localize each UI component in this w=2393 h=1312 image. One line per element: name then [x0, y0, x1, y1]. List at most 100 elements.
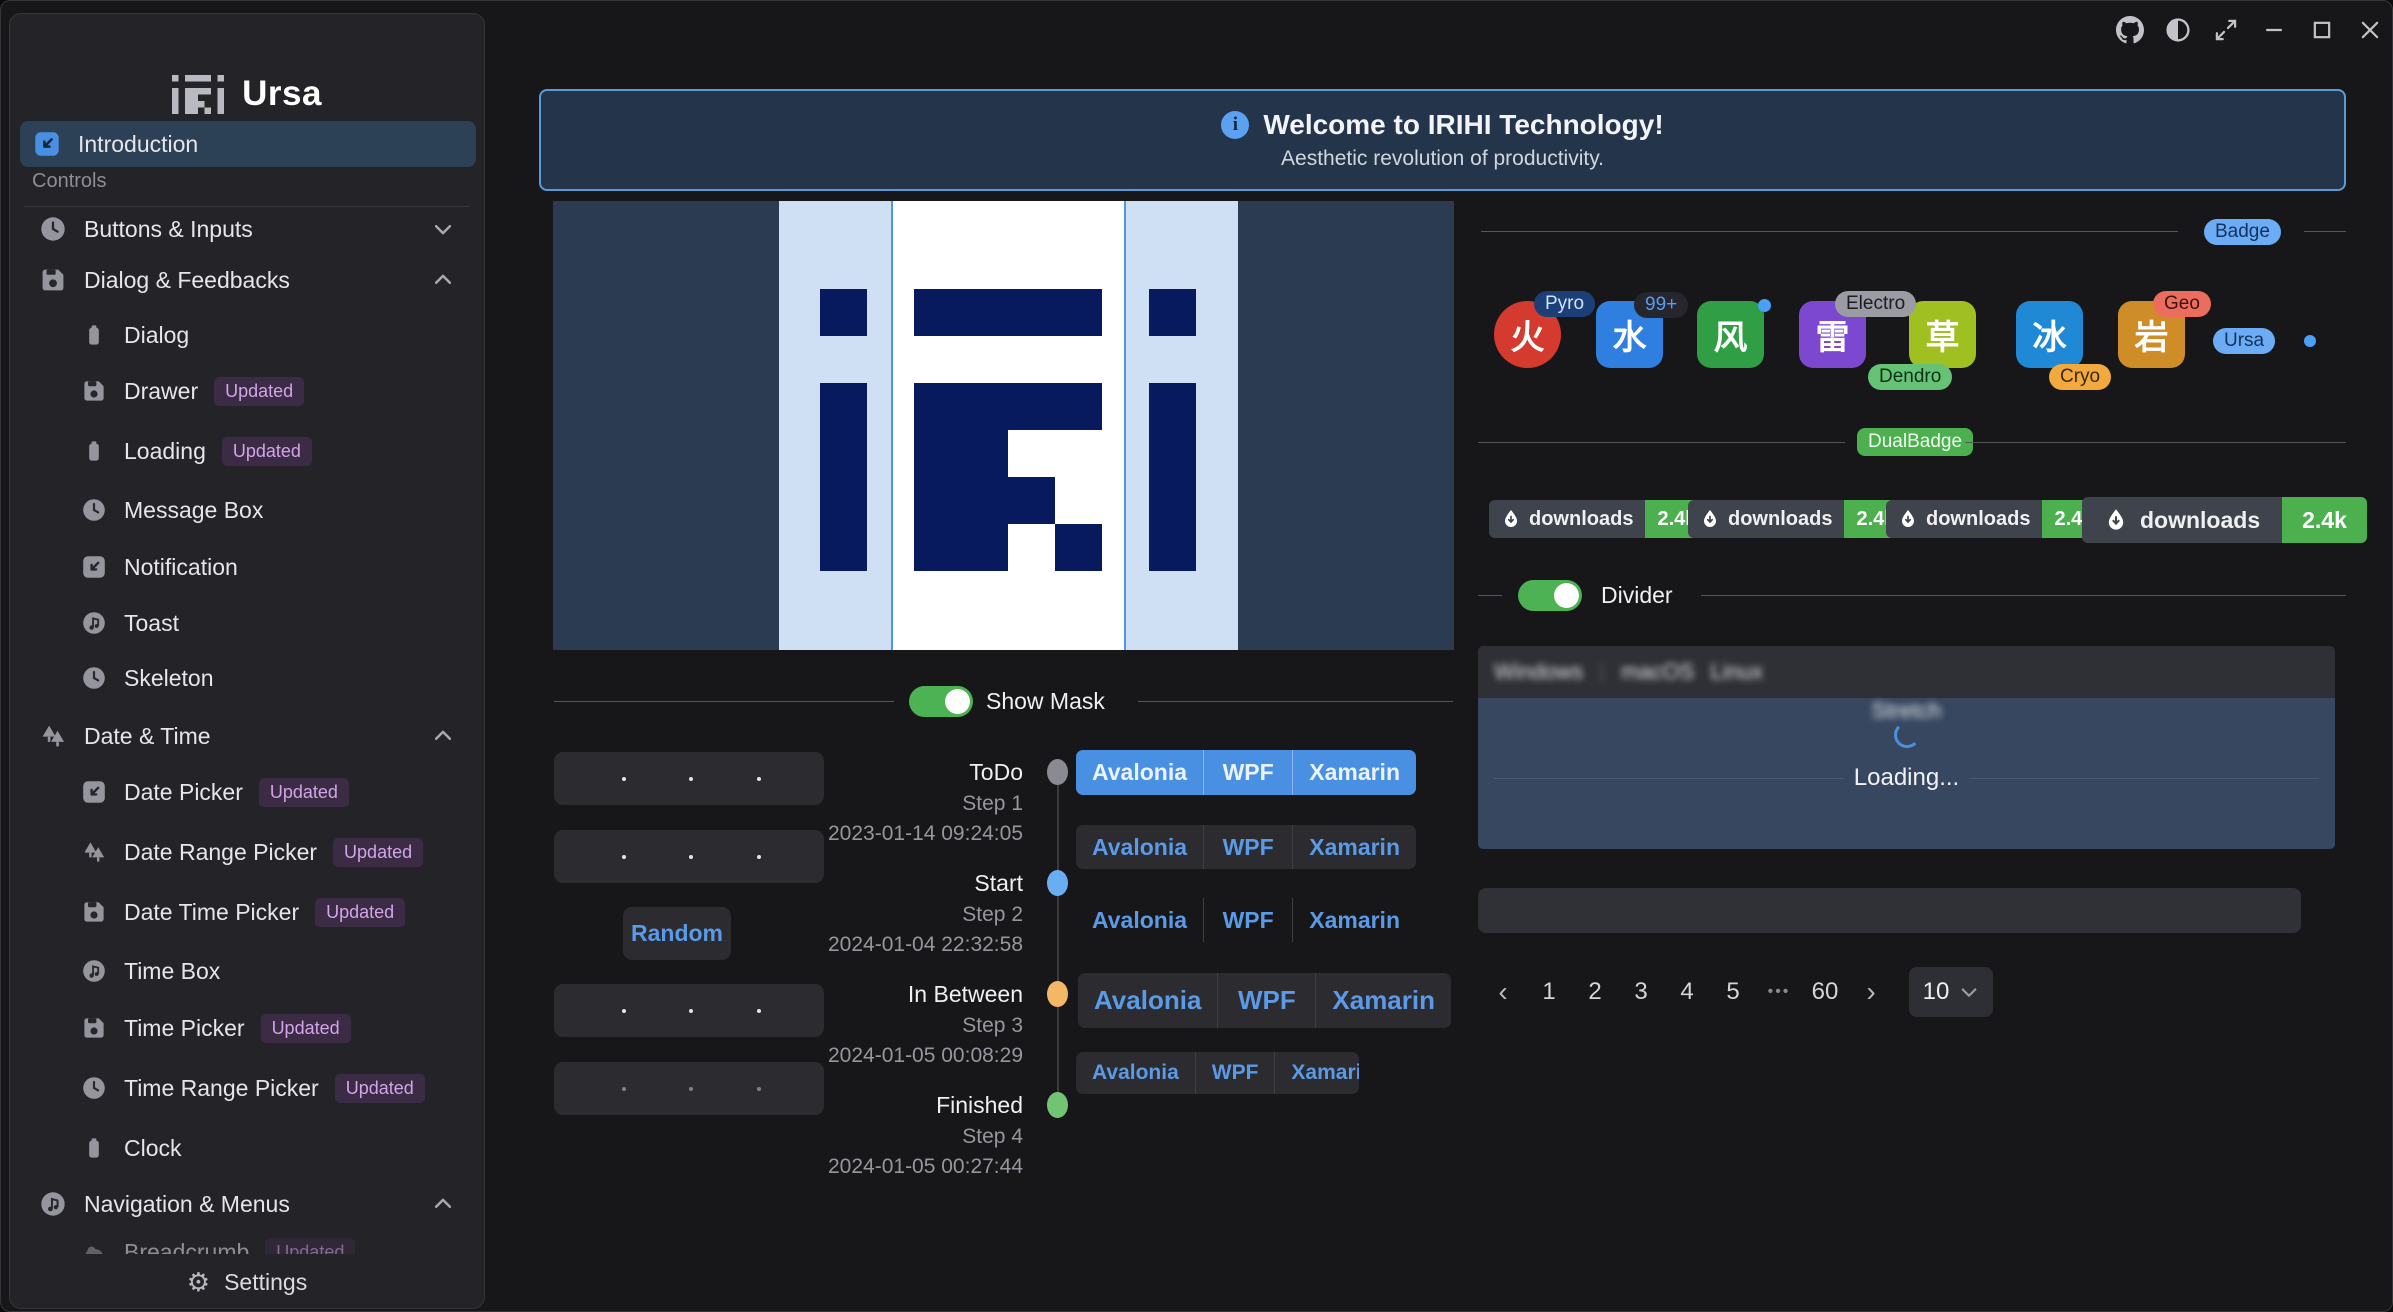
github-icon[interactable] — [2110, 11, 2150, 49]
maximize-icon[interactable] — [2302, 11, 2342, 49]
button-avalonia[interactable]: Avalonia — [1076, 825, 1203, 869]
badge-tile-cryo: 冰 — [2016, 301, 2083, 368]
download-icon — [1700, 509, 1720, 529]
page-size-select[interactable]: 10 — [1909, 967, 1993, 1017]
pagination-ellipsis[interactable]: ••• — [1761, 968, 1797, 1016]
pagination-page-60[interactable]: 60 — [1807, 968, 1843, 1016]
button-group-solid: Avalonia WPF Xamarin — [1076, 750, 1416, 795]
close-icon[interactable] — [2350, 11, 2390, 49]
button-wpf[interactable]: WPF — [1195, 1052, 1275, 1094]
sidebar-item-drawer[interactable]: Drawer Updated — [26, 368, 470, 414]
pagination-page-4[interactable]: 4 — [1669, 968, 1705, 1016]
divider-toggle[interactable] — [1518, 580, 1582, 611]
sidebar-item-time-box[interactable]: Time Box — [26, 948, 470, 994]
divider-line — [2304, 231, 2346, 232]
button-avalonia[interactable]: Avalonia — [1076, 750, 1203, 795]
step-title: Finished — [701, 1091, 1023, 1119]
button-avalonia[interactable]: Avalonia — [1076, 1052, 1195, 1094]
pagination-prev[interactable]: ‹ — [1485, 968, 1521, 1016]
sidebar-item-buttons-inputs[interactable]: Buttons & Inputs — [26, 206, 470, 252]
sidebar-item-label: Time Range Picker — [124, 1075, 319, 1102]
sidebar-item-label: Introduction — [78, 131, 198, 158]
updated-badge: Updated — [335, 1074, 425, 1103]
sidebar-item-skeleton[interactable]: Skeleton — [26, 655, 470, 701]
sidebar-item-introduction[interactable]: Introduction — [20, 121, 476, 167]
sidebar-item-label: Date Time Picker — [124, 899, 299, 926]
sidebar-item-label: Loading — [124, 438, 206, 465]
sidebar-item-date-time-picker[interactable]: Date Time Picker Updated — [26, 889, 470, 935]
sidebar-item-label: Dialog & Feedbacks — [84, 267, 290, 294]
button-avalonia[interactable]: Avalonia — [1076, 898, 1203, 942]
show-mask-toggle[interactable] — [909, 686, 973, 717]
step-label: Step 4 — [701, 1124, 1023, 1150]
sidebar-item-date-range-picker[interactable]: Date Range Picker Updated — [26, 829, 470, 875]
button-xamarin[interactable]: Xamarin — [1292, 750, 1416, 795]
sidebar-item-toast[interactable]: Toast — [26, 600, 470, 646]
sidebar-item-notification[interactable]: Notification — [26, 544, 470, 590]
button-xamarin[interactable]: Xamarin — [1292, 898, 1416, 942]
button-xamarin[interactable]: Xamarin — [1274, 1052, 1359, 1094]
button-avalonia[interactable]: Avalonia — [1078, 973, 1217, 1028]
clock-icon — [82, 498, 106, 522]
sidebar-item-dialog[interactable]: Dialog — [26, 312, 470, 358]
sidebar-item-label: Skeleton — [124, 665, 214, 692]
updated-badge: Updated — [261, 1014, 351, 1043]
theme-toggle-icon[interactable] — [2158, 11, 2198, 49]
pagination-page-2[interactable]: 2 — [1577, 968, 1613, 1016]
button-xamarin[interactable]: Xamarin — [1315, 973, 1451, 1028]
badge-ursa-pill: Ursa — [2213, 328, 2275, 354]
sidebar-item-message-box[interactable]: Message Box — [26, 487, 470, 533]
step-dot-finished — [1047, 1092, 1068, 1118]
tab-windows[interactable]: Windows — [1494, 659, 1583, 685]
sidebar-item-dialog-feedbacks[interactable]: Dialog & Feedbacks — [26, 257, 470, 303]
sidebar-item-loading[interactable]: Loading Updated — [26, 428, 470, 474]
tab-linux[interactable]: Linux — [1710, 659, 1763, 685]
pagination-page-3[interactable]: 3 — [1623, 968, 1659, 1016]
empty-panel-bar — [1478, 888, 2301, 933]
pagination: ‹ 1 2 3 4 5 ••• 60 › — [1485, 967, 1889, 1017]
pagination-page-5[interactable]: 5 — [1715, 968, 1751, 1016]
step-timestamp: 2024-01-04 22:32:58 — [701, 932, 1023, 958]
battery-icon — [82, 323, 106, 347]
badge-section-pill: Badge — [2204, 219, 2281, 245]
divider-line — [1478, 595, 1502, 596]
step-label: Step 1 — [701, 791, 1023, 817]
button-wpf[interactable]: WPF — [1203, 898, 1292, 942]
sidebar-item-date-picker[interactable]: Date Picker Updated — [26, 769, 470, 815]
tab-macos[interactable]: macOS — [1621, 659, 1694, 685]
badge-pyro: Pyro — [1534, 291, 1595, 317]
download-icon — [2104, 508, 2128, 532]
button-wpf[interactable]: WPF — [1203, 825, 1292, 869]
sidebar-item-time-range-picker[interactable]: Time Range Picker Updated — [26, 1065, 470, 1111]
step-dot-in-between — [1047, 981, 1068, 1007]
checkbox-arrow-icon — [82, 780, 106, 804]
divider-line — [554, 701, 894, 702]
badge-dendro: Dendro — [1868, 364, 1952, 390]
button-wpf[interactable]: WPF — [1203, 750, 1292, 795]
pagination-next[interactable]: › — [1853, 968, 1889, 1016]
step-title: In Between — [701, 980, 1023, 1008]
sidebar-item-time-picker[interactable]: Time Picker Updated — [26, 1005, 470, 1051]
info-icon: i — [1221, 111, 1249, 139]
dual-badge-large: downloads 2.4k — [2082, 497, 2367, 543]
chevron-up-icon — [432, 269, 454, 297]
step-timestamp: 2024-01-05 00:08:29 — [701, 1043, 1023, 1069]
clock-icon — [82, 666, 106, 690]
divider-line — [1965, 442, 2346, 443]
button-xamarin[interactable]: Xamarin — [1292, 825, 1416, 869]
pagination-page-1[interactable]: 1 — [1531, 968, 1567, 1016]
button-wpf[interactable]: WPF — [1217, 973, 1315, 1028]
sidebar-item-clock[interactable]: Clock — [26, 1125, 470, 1171]
battery-icon — [82, 1136, 106, 1160]
minimize-icon[interactable] — [2254, 11, 2294, 49]
app-title: Ursa — [242, 74, 322, 114]
sidebar-item-date-time[interactable]: Date & Time — [26, 713, 470, 759]
settings-button[interactable]: ⚙ Settings — [10, 1254, 484, 1309]
sidebar-item-label: Navigation & Menus — [84, 1191, 290, 1218]
banner-title: Welcome to IRIHI Technology! — [1263, 109, 1663, 141]
expand-icon[interactable] — [2206, 11, 2246, 49]
step-title: ToDo — [701, 758, 1023, 786]
stretch-label: Stretch — [1478, 698, 2335, 724]
divider-line — [1478, 442, 1845, 443]
sidebar-item-navigation-menus[interactable]: Navigation & Menus — [26, 1181, 470, 1227]
